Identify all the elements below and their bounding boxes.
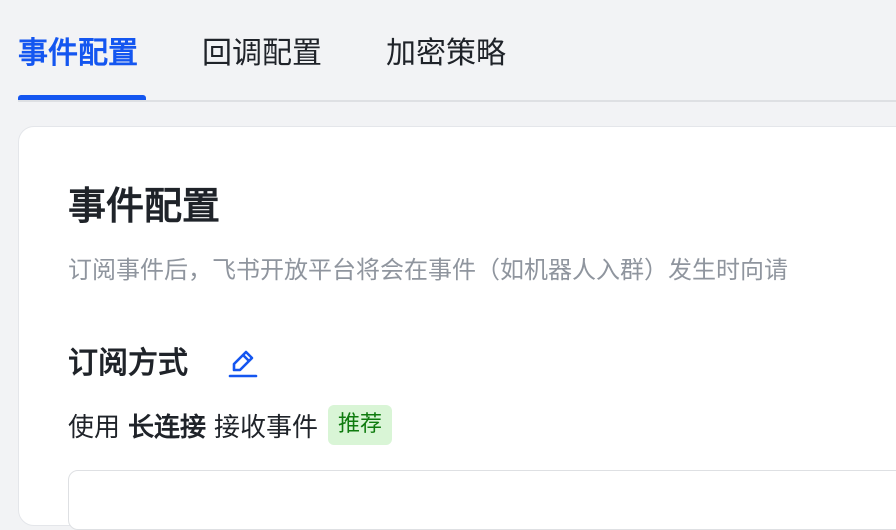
subscription-mode-row: 使用 长连接 接收事件 推荐 xyxy=(68,405,393,445)
mode-prefix: 使用 xyxy=(68,412,121,443)
card-title: 事件配置 xyxy=(68,184,221,228)
tab-bar: 事件配置 回调配置 加密策略 xyxy=(0,0,896,102)
subscription-option-box[interactable] xyxy=(68,470,896,530)
pencil-icon[interactable] xyxy=(226,346,258,380)
subscription-method-title: 订阅方式 xyxy=(68,346,188,381)
card-description: 订阅事件后，飞书开放平台将会在事件（如机器人入群）发生时向请 xyxy=(68,256,788,284)
mode-suffix: 接收事件 xyxy=(214,412,319,443)
tab-event-config[interactable]: 事件配置 xyxy=(18,32,138,76)
tab-callback-config[interactable]: 回调配置 xyxy=(202,32,322,76)
mode-long-connection: 长连接 xyxy=(128,412,207,443)
recommended-badge: 推荐 xyxy=(328,405,393,445)
tab-bar-divider xyxy=(18,100,896,102)
tab-encryption-strategy[interactable]: 加密策略 xyxy=(386,32,506,76)
